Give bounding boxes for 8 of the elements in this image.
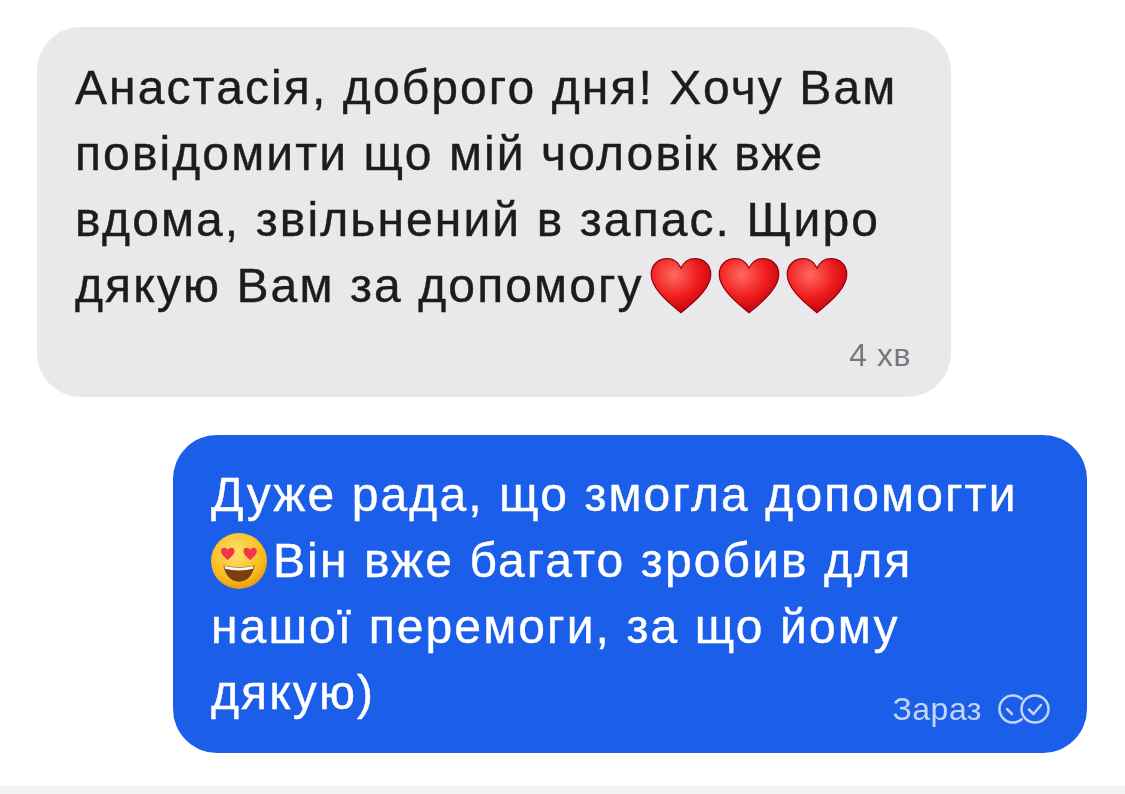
message-text: Дуже рада, що змогла допомогти Він вже багато зробив для нашої перемоги, за що йому дякую) Зараз bbox=[211, 462, 1050, 727]
heart-icon bbox=[785, 258, 848, 314]
heart-icon bbox=[649, 258, 712, 314]
message-time: 4 хв bbox=[849, 337, 911, 373]
message-time: Зараз bbox=[892, 691, 982, 727]
heart-icon bbox=[717, 258, 780, 314]
message-text: Анастасія, доброго дня! Хочу Вам повідомити що мій чоловік вже вдома, звільнений в запас. Щиро дякую Вам за допомогу bbox=[75, 60, 899, 316]
heart-eyes-face-icon bbox=[211, 533, 267, 589]
